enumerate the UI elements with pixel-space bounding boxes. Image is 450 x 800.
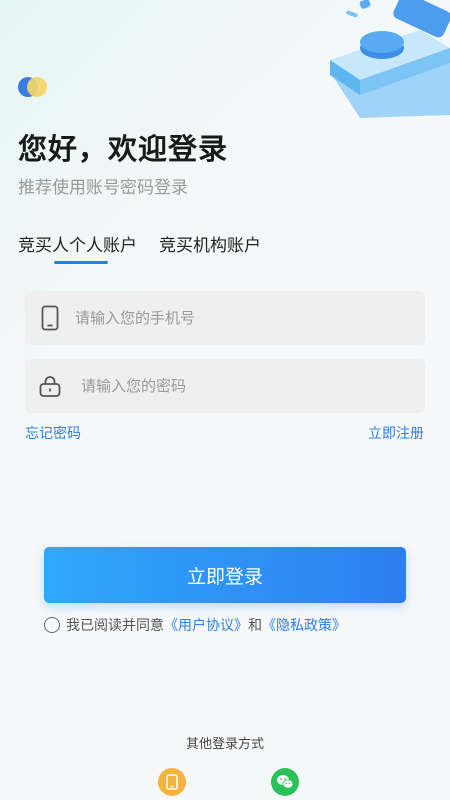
user-protocol-link[interactable]: 《用户协议》	[164, 615, 248, 635]
agreement-and: 和	[248, 618, 262, 634]
app-logo	[18, 77, 48, 97]
agreement-radio[interactable]	[44, 617, 60, 633]
page-title: 您好，欢迎登录	[18, 132, 229, 166]
phone-input[interactable]	[75, 309, 395, 327]
other-login-label: 其他登录方式	[185, 737, 264, 752]
page-subtitle: 推荐使用账号密码登录	[18, 178, 188, 198]
wechat-login-icon[interactable]	[271, 768, 299, 796]
password-field[interactable]	[25, 359, 425, 413]
tab-personal-account[interactable]: 竞买人个人账户	[18, 231, 137, 264]
privacy-policy-link[interactable]: 《隐私政策》	[262, 615, 346, 635]
login-button[interactable]: 立即登录	[44, 547, 406, 603]
phone-login-icon[interactable]	[158, 768, 186, 796]
gavel-illustration	[330, 0, 450, 118]
mobile-phone-icon	[25, 305, 75, 331]
password-input[interactable]	[81, 377, 401, 395]
agreement-prefix: 我已阅读并同意	[66, 618, 164, 634]
tab-institution-account[interactable]: 竞买机构账户	[159, 231, 261, 264]
lock-icon	[25, 374, 75, 398]
forgot-password-link[interactable]: 忘记密码	[25, 423, 81, 443]
other-login-methods	[0, 768, 450, 800]
phone-field[interactable]	[25, 291, 425, 345]
account-type-tabs: 竞买人个人账户 竞买机构账户	[18, 231, 261, 264]
register-link[interactable]: 立即注册	[368, 423, 424, 443]
agreement-row: 我已阅读并同意 《用户协议》 和 《隐私政策》	[44, 615, 346, 635]
